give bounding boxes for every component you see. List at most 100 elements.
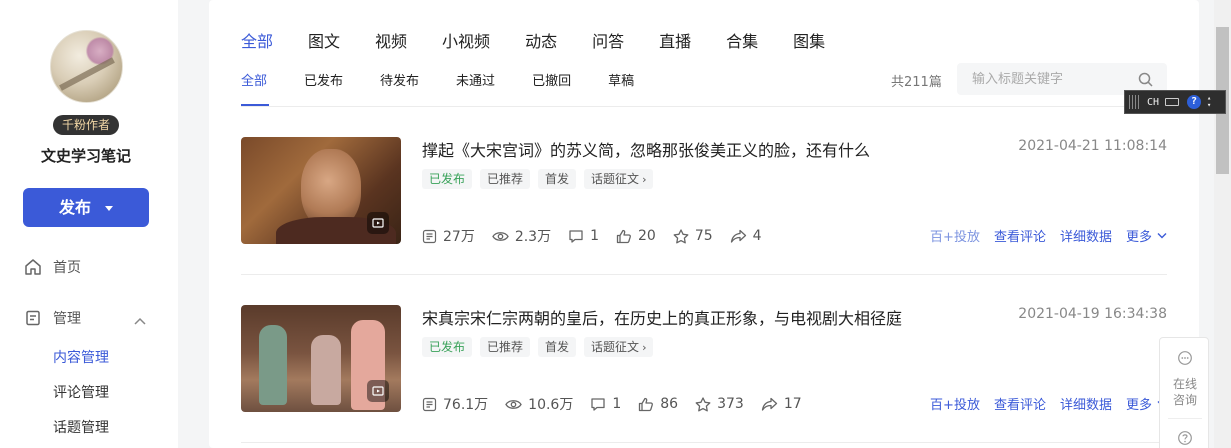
tab-status-pending[interactable]: 待发布	[380, 70, 419, 89]
chevron-down-icon	[1157, 233, 1167, 239]
recommend-badge: 已推荐	[480, 337, 531, 357]
chevron-up-icon[interactable]	[134, 310, 146, 329]
star-icon	[673, 228, 689, 243]
comment-icon	[569, 229, 583, 243]
eye-icon	[492, 231, 509, 241]
publish-date: 2021-04-21 11:08:14	[1018, 138, 1167, 154]
sidebar-item-label: 首页	[53, 260, 81, 276]
details-link[interactable]: 详细数据	[1060, 394, 1112, 413]
favorites-stat: 373	[695, 396, 744, 412]
details-link[interactable]: 详细数据	[1060, 226, 1112, 245]
sidebar-item-comment-manage[interactable]: 评论管理	[53, 382, 109, 402]
help-icon[interactable]: ?	[1187, 95, 1202, 109]
sidebar-item-manage[interactable]: 管理	[24, 308, 81, 328]
sidebar: 千粉作者 文史学习笔记 发布 首页 管理 内容管理 评论管理 话题管理	[0, 0, 178, 448]
views-stat: 10.6万	[505, 394, 573, 414]
fan-badge: 千粉作者	[53, 115, 119, 135]
tab-all[interactable]: 全部	[241, 28, 273, 52]
article-thumbnail[interactable]	[241, 137, 401, 244]
topic-badge-label: 话题征文	[591, 340, 640, 354]
tab-video[interactable]: 视频	[375, 28, 407, 52]
tab-qa[interactable]: 问答	[592, 28, 624, 52]
likes-stat: 86	[638, 396, 678, 412]
tab-status-rejected[interactable]: 未通过	[456, 70, 495, 89]
video-icon	[367, 380, 389, 402]
document-icon	[24, 309, 42, 327]
topic-badge-label: 话题征文	[591, 172, 640, 186]
search-input[interactable]	[957, 63, 1127, 95]
online-consult-widget[interactable]: 在线 咨询	[1159, 337, 1209, 448]
tag-list: 已发布 已推荐 首发 话题征文 ›	[422, 337, 661, 357]
avatar[interactable]	[50, 30, 123, 103]
thumbs-up-icon	[616, 229, 631, 243]
share-icon	[730, 229, 746, 243]
shares-stat: 17	[761, 396, 802, 412]
row-actions: 百+投放 查看评论 详细数据 更多	[916, 226, 1167, 245]
video-icon	[367, 212, 389, 234]
divider	[241, 106, 1167, 107]
impressions-stat: 27万	[422, 226, 475, 246]
status-tabs: 全部 已发布 待发布 未通过 已撤回 草稿	[241, 70, 671, 89]
content-type-tabs: 全部 图文 视频 小视频 动态 问答 直播 合集 图集	[241, 28, 860, 52]
article-title[interactable]: 宋真宗宋仁宗两朝的皇后，在历史上的真正形象，与电视剧大相径庭	[422, 305, 902, 329]
status-badge: 已发布	[422, 169, 473, 189]
question-icon[interactable]	[1177, 430, 1193, 448]
publish-button-label: 发布	[58, 198, 91, 217]
chevron-right-icon: ›	[642, 173, 647, 186]
article-title[interactable]: 撑起《大宋宫词》的苏义简，忽略那张俊美正义的脸，还有什么	[422, 137, 870, 161]
sidebar-item-content-manage[interactable]: 内容管理	[53, 347, 109, 367]
likes-stat: 20	[616, 228, 656, 244]
grip-handle-icon[interactable]	[1129, 95, 1139, 109]
promote-link[interactable]: 百+投放	[930, 226, 980, 245]
share-icon	[761, 397, 777, 411]
publish-date: 2021-04-19 16:34:38	[1018, 306, 1167, 322]
ime-toolbar[interactable]: CH ? ▴ ▾	[1124, 90, 1226, 114]
caret-down-icon	[105, 206, 113, 211]
view-comments-link[interactable]: 查看评论	[994, 226, 1046, 245]
favorites-stat: 75	[673, 228, 713, 244]
more-label: 更多	[1125, 398, 1152, 413]
article-thumbnail[interactable]	[241, 305, 401, 412]
eye-icon	[505, 399, 522, 409]
scrollbar[interactable]	[1214, 0, 1231, 448]
thumbs-up-icon	[639, 397, 654, 411]
chat-icon	[1177, 350, 1193, 370]
tab-status-withdrawn[interactable]: 已撤回	[532, 70, 571, 89]
tab-article[interactable]: 图文	[308, 28, 340, 52]
expand-arrows-icon[interactable]: ▴ ▾	[1207, 95, 1211, 109]
list-item: 撑起《大宋宫词》的苏义简，忽略那张俊美正义的脸，还有什么 2021-04-21 …	[241, 137, 1167, 245]
tab-live[interactable]: 直播	[659, 28, 691, 52]
more-menu[interactable]: 更多	[1126, 226, 1167, 245]
tab-status-published[interactable]: 已发布	[304, 70, 343, 89]
tab-status-all[interactable]: 全部	[241, 70, 267, 89]
tab-status-draft[interactable]: 草稿	[608, 70, 634, 89]
total-count: 共211篇	[891, 75, 942, 90]
content-panel: 全部 图文 视频 小视频 动态 问答 直播 合集 图集 全部 已发布 待发布 未…	[209, 0, 1199, 448]
promote-link[interactable]: 百+投放	[930, 394, 980, 413]
topic-badge[interactable]: 话题征文 ›	[584, 169, 654, 189]
tag-list: 已发布 已推荐 首发 话题征文 ›	[422, 169, 661, 189]
star-icon	[695, 396, 711, 411]
recommend-badge: 已推荐	[480, 169, 531, 189]
tab-short-video[interactable]: 小视频	[442, 28, 490, 52]
tab-gallery[interactable]: 图集	[793, 28, 825, 52]
consult-label: 在线 咨询	[1172, 377, 1197, 407]
divider	[241, 274, 1167, 275]
sidebar-item-label: 管理	[53, 311, 81, 327]
chevron-right-icon: ›	[642, 341, 647, 354]
view-comments-link[interactable]: 查看评论	[994, 394, 1046, 413]
topic-badge[interactable]: 话题征文 ›	[584, 337, 654, 357]
ime-language[interactable]: CH	[1147, 97, 1159, 108]
divider	[1168, 418, 1202, 419]
stats-bar: 27万 2.3万 1 20 75 4	[422, 226, 779, 246]
sidebar-item-topic-manage[interactable]: 话题管理	[53, 417, 109, 437]
tab-collection[interactable]: 合集	[726, 28, 758, 52]
impressions-icon	[422, 229, 437, 243]
shares-stat: 4	[730, 228, 762, 244]
sidebar-item-home[interactable]: 首页	[24, 257, 81, 277]
comments-stat: 1	[590, 396, 621, 412]
keyboard-icon[interactable]	[1165, 98, 1180, 106]
search-icon[interactable]	[1138, 72, 1153, 91]
tab-moments[interactable]: 动态	[525, 28, 557, 52]
publish-button[interactable]: 发布	[23, 188, 149, 227]
